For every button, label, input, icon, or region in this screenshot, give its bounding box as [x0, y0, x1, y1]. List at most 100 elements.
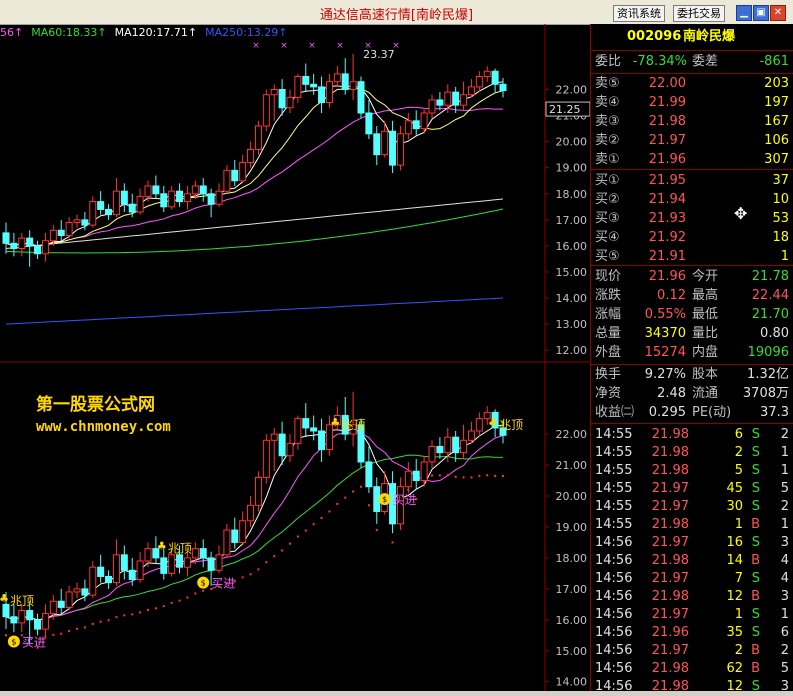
info-system-button[interactable]: 资讯系统: [613, 5, 665, 22]
upper-candle-body: [491, 70, 499, 85]
tick-side: B: [751, 661, 760, 676]
tick-row[interactable]: 14:56 21.97 16 S 3: [591, 534, 793, 552]
lower-candle-body: [452, 436, 460, 454]
support-dot: [265, 561, 268, 564]
sell-label: 卖①: [595, 152, 620, 167]
sell-row[interactable]: 卖① 21.96 307: [591, 151, 793, 169]
upper-candle-body: [420, 112, 428, 130]
tick-time: 14:56: [595, 643, 633, 658]
support-dot: [344, 496, 347, 499]
upper-candle-body: [160, 193, 168, 208]
upper-candle-body: [396, 133, 404, 166]
lower-candle-body: [239, 520, 247, 543]
tick-time: 14:56: [595, 571, 633, 586]
tick-volume: 14: [726, 553, 743, 568]
upper-y-tick-label: 14.00: [556, 292, 588, 305]
watermark-title: 第一股票公式网: [36, 395, 155, 415]
stat-value: 0.12: [657, 288, 686, 303]
sell-row[interactable]: 卖③ 21.98 167: [591, 113, 793, 131]
lower-candle-body: [365, 461, 373, 488]
share-stat-row: 收益㈡ 0.295 PE(动) 37.3: [591, 404, 793, 422]
sell-row[interactable]: 卖⑤ 22.00 203: [591, 75, 793, 93]
support-dot: [68, 630, 71, 633]
support-dot: [162, 605, 165, 608]
tick-row[interactable]: 14:56 21.98 12 S 3: [591, 678, 793, 696]
lower-candle-body: [294, 418, 302, 444]
support-dot: [281, 549, 284, 552]
tick-row[interactable]: 14:56 21.97 1 S 1: [591, 606, 793, 624]
tick-row[interactable]: 14:56 21.97 2 B 2: [591, 642, 793, 660]
tick-row[interactable]: 14:55 21.98 1 B 1: [591, 516, 793, 534]
upper-candle-body: [10, 242, 18, 250]
upper-candle-body: [183, 193, 191, 203]
stat-label: 总量: [595, 326, 622, 341]
app-window: 通达信高速行情[南岭民爆] 资讯系统 委托交易 ▁ ▣ ✕ 22.00 21.00…: [0, 0, 793, 694]
upper-candle-body: [373, 133, 381, 156]
stat-value: 0.295: [648, 405, 686, 420]
upper-candle-body: [436, 99, 444, 106]
buy-row[interactable]: 买⑤ 21.91 1: [591, 248, 793, 266]
sell-label: 卖④: [595, 95, 620, 110]
tick-row[interactable]: 14:55 21.97 45 S 5: [591, 480, 793, 498]
tick-count: 2: [780, 427, 789, 442]
kline-chart-svg[interactable]: 22.00 21.00 20.00 19.00 18.00 17.00 16.00 15.00…: [0, 24, 590, 691]
tick-row[interactable]: 14:56 21.98 14 B 4: [591, 552, 793, 570]
sell-row[interactable]: 卖② 21.97 106: [591, 132, 793, 150]
support-dot: [328, 510, 331, 513]
tick-row[interactable]: 14:55 21.98 6 S 2: [591, 426, 793, 444]
stat-value: 34370: [644, 326, 686, 341]
buy-signal-glyph: $: [11, 637, 16, 646]
upper-candle-body: [152, 185, 160, 195]
tick-time: 14:56: [595, 553, 633, 568]
top-signal-icon: ♣: [0, 592, 9, 605]
support-dot: [360, 485, 362, 488]
buy-row[interactable]: 买③ 21.93 53: [591, 210, 793, 228]
lower-candle-body: [404, 470, 412, 488]
lower-candle-body: [41, 613, 49, 630]
support-dot: [241, 576, 244, 579]
signal-cross-icon: ×: [280, 41, 288, 51]
close-icon[interactable]: ✕: [770, 5, 786, 21]
buy-row[interactable]: 买② 21.94 10: [591, 191, 793, 209]
tick-time: 14:56: [595, 535, 633, 550]
support-dot: [304, 529, 307, 532]
kline-chart-area[interactable]: 22.00 21.00 20.00 19.00 18.00 17.00 16.00 15.00…: [0, 24, 590, 691]
sell-price: 22.00: [648, 76, 686, 91]
upper-candle-body: [467, 86, 475, 96]
support-dot: [438, 474, 441, 477]
tick-row[interactable]: 14:55 21.98 2 S 1: [591, 444, 793, 462]
upper-candle-body: [357, 81, 365, 114]
buy-row[interactable]: 买④ 21.92 18: [591, 229, 793, 247]
lower-candle-body: [310, 427, 318, 432]
buy-row[interactable]: 买① 21.95 37: [591, 172, 793, 190]
restore-icon[interactable]: ▣: [753, 5, 769, 21]
tick-row[interactable]: 14:56 21.98 12 B 3: [591, 588, 793, 606]
tick-row[interactable]: 14:56 21.97 7 S 4: [591, 570, 793, 588]
tick-row[interactable]: 14:56 21.96 35 S 6: [591, 624, 793, 642]
stat-value: 1.32亿: [747, 367, 789, 382]
tick-row[interactable]: 14:55 21.98 5 S 1: [591, 462, 793, 480]
upper-candle-body: [404, 120, 412, 135]
lower-candle-body: [105, 575, 113, 584]
tick-row[interactable]: 14:56 21.98 62 B 5: [591, 660, 793, 678]
tick-price: 21.97: [651, 535, 689, 550]
lower-y-tick-label: 14.00: [556, 676, 588, 689]
minimize-icon[interactable]: ▁: [736, 5, 752, 21]
sell-row[interactable]: 卖④ 21.99 197: [591, 94, 793, 112]
tick-row[interactable]: 14:55 21.97 30 S 2: [591, 498, 793, 516]
lower-candle-body: [286, 442, 294, 457]
buy-price: 21.93: [648, 211, 686, 226]
buy-signal-label: 买进: [393, 493, 417, 507]
support-dot: [139, 611, 142, 614]
sell-label: 卖②: [595, 133, 620, 148]
order-trade-button[interactable]: 委托交易: [673, 5, 725, 22]
wb-value: -78.34%: [632, 54, 687, 69]
stat-value: 21.70: [751, 307, 789, 322]
ma-legend-item: 56↑: [0, 26, 24, 39]
support-dot: [296, 535, 299, 538]
support-dot: [91, 622, 94, 625]
support-dot: [76, 627, 78, 630]
lower-candle-body: [278, 433, 286, 457]
top-signal-label: 兆顶: [341, 418, 365, 432]
support-dot: [462, 476, 465, 479]
